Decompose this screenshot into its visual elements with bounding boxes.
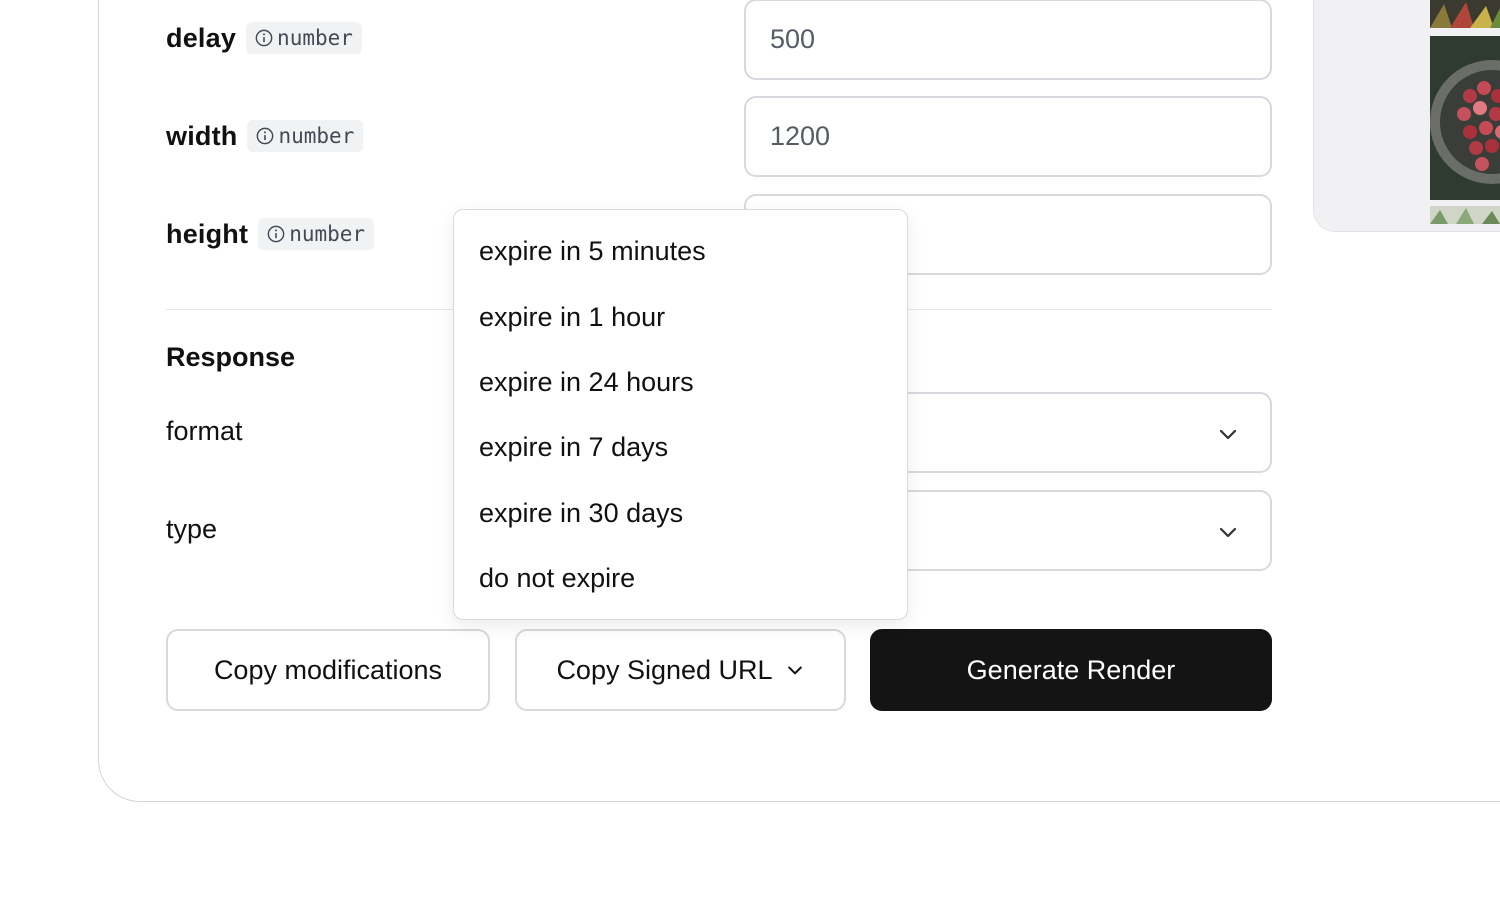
type-badge-text: number bbox=[277, 26, 353, 50]
thumbnail-image bbox=[1430, 206, 1500, 224]
preview-thumbnail[interactable] bbox=[1430, 0, 1500, 28]
chevron-down-icon bbox=[787, 666, 802, 675]
info-circle-icon bbox=[267, 225, 285, 243]
width-input[interactable] bbox=[744, 96, 1272, 177]
param-name-delay: delay bbox=[166, 22, 237, 53]
chevron-down-icon bbox=[1219, 429, 1237, 440]
param-row-delay: delay number bbox=[166, 22, 362, 54]
preview-thumbnail[interactable] bbox=[1430, 206, 1500, 224]
info-circle-icon bbox=[257, 127, 274, 145]
generate-render-label: Generate Render bbox=[966, 654, 1176, 685]
copy-modifications-button[interactable]: Copy modifications bbox=[166, 629, 490, 711]
type-badge-height: number bbox=[258, 218, 375, 250]
param-name-width: width bbox=[166, 120, 238, 151]
type-label: type bbox=[166, 514, 218, 544]
type-badge-delay: number bbox=[246, 22, 362, 54]
thumbnail-image bbox=[1430, 0, 1500, 28]
generate-render-button[interactable]: Generate Render bbox=[870, 629, 1272, 711]
chevron-down-icon bbox=[1219, 527, 1237, 538]
param-row-height: height number bbox=[166, 218, 375, 250]
menu-item-expire-1-hour[interactable]: expire in 1 hour bbox=[454, 284, 907, 349]
preview-thumbnail[interactable] bbox=[1430, 36, 1500, 200]
copy-signed-url-button[interactable]: Copy Signed URL bbox=[515, 629, 846, 711]
type-badge-text: number bbox=[278, 124, 355, 148]
menu-item-do-not-expire[interactable]: do not expire bbox=[454, 546, 907, 611]
delay-input[interactable] bbox=[744, 0, 1272, 80]
type-badge-width: number bbox=[247, 120, 364, 152]
param-name-height: height bbox=[166, 218, 249, 249]
thumbnail-image bbox=[1430, 36, 1500, 200]
menu-item-expire-7-days[interactable]: expire in 7 days bbox=[454, 415, 907, 480]
response-section-title: Response bbox=[166, 342, 296, 372]
copy-modifications-label: Copy modifications bbox=[213, 654, 443, 685]
menu-item-expire-30-days[interactable]: expire in 30 days bbox=[454, 481, 907, 546]
signed-url-expiry-menu: expire in 5 minutes expire in 1 hour exp… bbox=[453, 209, 908, 620]
menu-item-expire-5-minutes[interactable]: expire in 5 minutes bbox=[454, 219, 907, 284]
format-label: format bbox=[166, 416, 243, 446]
menu-item-expire-24-hours[interactable]: expire in 24 hours bbox=[454, 350, 907, 415]
type-badge-text: number bbox=[289, 222, 366, 246]
param-row-width: width number bbox=[166, 120, 364, 152]
copy-signed-url-label: Copy Signed URL bbox=[556, 654, 773, 685]
info-circle-icon bbox=[255, 29, 273, 47]
